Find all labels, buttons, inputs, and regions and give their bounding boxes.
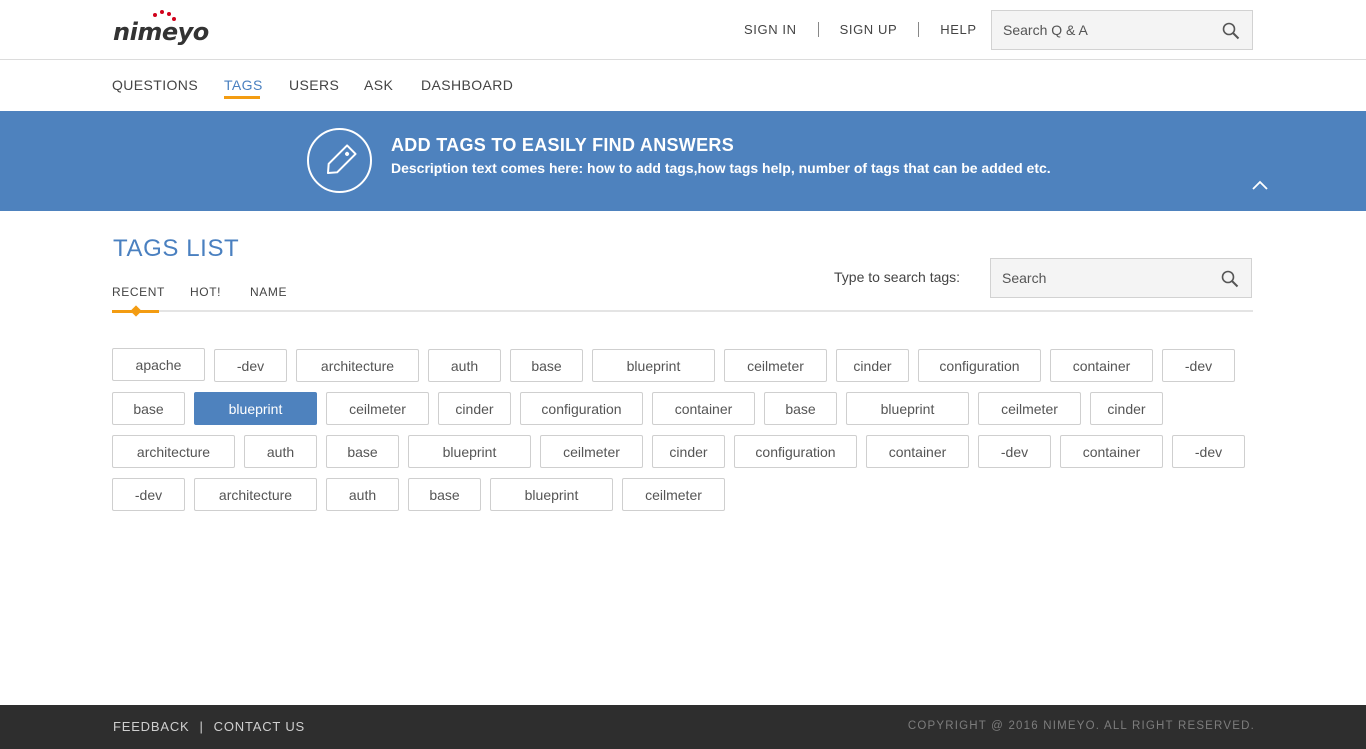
tag-icon-circle bbox=[307, 128, 372, 193]
contact-us-link[interactable]: CONTACT US bbox=[214, 719, 305, 734]
tag-chip[interactable]: ceilmeter bbox=[724, 349, 827, 382]
tag-chip[interactable]: auth bbox=[428, 349, 501, 382]
feedback-link[interactable]: FEEDBACK bbox=[113, 719, 189, 734]
tag-chip[interactable]: base bbox=[326, 435, 399, 468]
tag-chip[interactable]: -dev bbox=[1162, 349, 1235, 382]
qa-search-input[interactable] bbox=[1003, 11, 1203, 49]
banner-title: ADD TAGS TO EASILY FIND ANSWERS bbox=[391, 135, 735, 155]
tag-chip-selected[interactable]: blueprint bbox=[194, 392, 317, 425]
nav-tags[interactable]: TAGS bbox=[224, 77, 263, 93]
page-footer: FEEDBACK | CONTACT US COPYRIGHT @ 2016 N… bbox=[0, 705, 1366, 749]
nav-dashboard[interactable]: DASHBOARD bbox=[421, 77, 513, 93]
tag-chip[interactable]: blueprint bbox=[490, 478, 613, 511]
info-banner: ADD TAGS TO EASILY FIND ANSWERS Descript… bbox=[0, 111, 1366, 211]
tag-chip[interactable]: configuration bbox=[520, 392, 643, 425]
tag-chip[interactable]: ceilmeter bbox=[622, 478, 725, 511]
tag-chip[interactable]: configuration bbox=[734, 435, 857, 468]
tab-recent[interactable]: RECENT bbox=[112, 285, 165, 299]
tag-chip[interactable]: architecture bbox=[296, 349, 419, 382]
tag-chip[interactable]: architecture bbox=[194, 478, 317, 511]
tag-chip[interactable]: container bbox=[1060, 435, 1163, 468]
tag-search-input[interactable] bbox=[1002, 259, 1202, 297]
tag-chip[interactable]: blueprint bbox=[592, 349, 715, 382]
qa-search-box bbox=[991, 10, 1253, 50]
tag-chip[interactable]: cinder bbox=[652, 435, 725, 468]
tag-search-box bbox=[990, 258, 1252, 298]
sign-in-link[interactable]: SIGN IN bbox=[744, 22, 797, 37]
tag-chip[interactable]: container bbox=[866, 435, 969, 468]
tag-chip[interactable]: base bbox=[112, 392, 185, 425]
tag-search-label: Type to search tags: bbox=[834, 269, 961, 285]
tag-chip[interactable]: base bbox=[764, 392, 837, 425]
logo-dot bbox=[167, 12, 171, 16]
tag-chip[interactable]: -dev bbox=[1172, 435, 1245, 468]
tag-icon bbox=[326, 144, 357, 175]
search-icon[interactable] bbox=[1221, 270, 1239, 288]
nav-questions[interactable]: QUESTIONS bbox=[112, 77, 198, 93]
tag-chip[interactable]: auth bbox=[244, 435, 317, 468]
tag-chip[interactable]: architecture bbox=[112, 435, 235, 468]
page-title: TAGS LIST bbox=[113, 235, 240, 262]
link-divider bbox=[817, 22, 819, 37]
search-icon[interactable] bbox=[1222, 22, 1240, 40]
link-divider bbox=[918, 22, 920, 37]
tag-chip[interactable]: apache bbox=[112, 348, 205, 381]
tag-chip[interactable]: -dev bbox=[112, 478, 185, 511]
top-header: nimeyo SIGN IN SIGN UP HELP bbox=[0, 0, 1366, 60]
tag-chip[interactable]: cinder bbox=[1090, 392, 1163, 425]
sign-up-link[interactable]: SIGN UP bbox=[840, 22, 898, 37]
logo-dot bbox=[153, 13, 157, 17]
copyright-text: COPYRIGHT @ 2016 NIMEYO. ALL RIGHT RESER… bbox=[907, 720, 1255, 732]
tag-chip[interactable]: ceilmeter bbox=[978, 392, 1081, 425]
footer-links: FEEDBACK | CONTACT US bbox=[113, 719, 305, 734]
tag-chip[interactable]: auth bbox=[326, 478, 399, 511]
tab-name[interactable]: NAME bbox=[250, 285, 287, 299]
tab-hot[interactable]: HOT! bbox=[190, 285, 221, 299]
tag-chip[interactable]: ceilmeter bbox=[540, 435, 643, 468]
nav-users[interactable]: USERS bbox=[289, 77, 339, 93]
tag-chip[interactable]: container bbox=[652, 392, 755, 425]
nav-ask[interactable]: ASK bbox=[364, 77, 393, 93]
tabs-divider bbox=[112, 310, 1253, 312]
main-nav: QUESTIONS TAGS USERS ASK DASHBOARD bbox=[0, 61, 1366, 111]
tag-chip[interactable]: cinder bbox=[836, 349, 909, 382]
tag-chip[interactable]: cinder bbox=[438, 392, 511, 425]
nimeyo-logo[interactable]: nimeyo bbox=[113, 10, 213, 48]
chevron-up-icon[interactable] bbox=[1251, 179, 1269, 191]
tag-chip[interactable]: -dev bbox=[978, 435, 1051, 468]
tab-active-marker bbox=[130, 305, 142, 317]
logo-dot bbox=[172, 17, 176, 21]
help-link[interactable]: HELP bbox=[940, 22, 976, 37]
logo-dot bbox=[160, 10, 164, 14]
tag-chip[interactable]: blueprint bbox=[408, 435, 531, 468]
tag-chip[interactable]: base bbox=[408, 478, 481, 511]
banner-description: Description text comes here: how to add … bbox=[391, 160, 1051, 176]
tag-chip[interactable]: -dev bbox=[214, 349, 287, 382]
tag-chip[interactable]: container bbox=[1050, 349, 1153, 382]
footer-divider: | bbox=[199, 719, 204, 734]
tag-chip[interactable]: configuration bbox=[918, 349, 1041, 382]
nav-active-indicator bbox=[224, 96, 260, 99]
logo-text: nimeyo bbox=[113, 18, 209, 46]
tag-chip[interactable]: base bbox=[510, 349, 583, 382]
tag-chip[interactable]: blueprint bbox=[846, 392, 969, 425]
account-links: SIGN IN SIGN UP HELP bbox=[744, 22, 977, 37]
tag-chip[interactable]: ceilmeter bbox=[326, 392, 429, 425]
